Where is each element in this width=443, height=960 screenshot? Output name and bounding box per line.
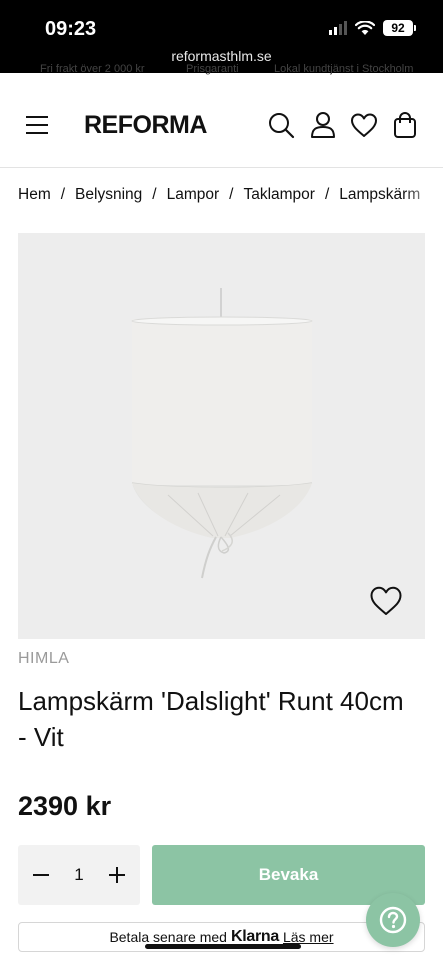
home-indicator [145,944,301,949]
product-price: 2390 kr [18,791,112,821]
breadcrumb: Hem / Belysning / Lampor / Taklampor / Lampskärm [18,186,443,204]
breadcrumb-separator: / [60,186,66,203]
account-icon[interactable] [308,110,338,140]
battery-icon: 92 [383,20,416,36]
klarna-text: Betala senare med [109,929,227,945]
status-icons: 92 [329,20,416,36]
promo-strip: Fri frakt över 2 000 kr Prisgaranti Loka… [0,62,443,76]
lamp-shade-illustration [131,288,313,579]
promo-item: Lokal kundtjänst i Stockholm [274,63,414,75]
klarna-read-more-link[interactable]: Läs mer [283,929,334,945]
breadcrumb-separator: / [152,186,157,203]
help-button[interactable] [366,893,420,947]
site-logo[interactable]: REFORMA [84,111,207,140]
breadcrumb-item[interactable]: Taklampor [243,186,315,203]
promo-item: Fri frakt över 2 000 kr [40,63,145,75]
wifi-icon [355,20,375,35]
menu-icon[interactable] [26,116,48,134]
site-header: REFORMA [0,76,443,168]
breadcrumb-item[interactable]: Hem [18,186,51,203]
breadcrumb-fade [403,180,443,210]
question-icon [379,906,407,934]
cart-icon[interactable] [390,110,420,140]
quantity-stepper: 1 [18,845,140,905]
product-brand[interactable]: HIMLA [18,650,69,668]
breadcrumb-item[interactable]: Belysning [75,186,142,203]
product-image[interactable] [18,233,425,639]
wishlist-heart-icon[interactable] [369,585,403,617]
signal-icon [329,21,347,35]
quantity-value[interactable]: 1 [74,865,83,885]
status-time: 09:23 [45,18,97,40]
breadcrumb-separator: / [229,186,234,203]
promo-item: Prisgaranti [186,63,239,75]
increase-quantity-button[interactable] [106,864,128,886]
heart-icon[interactable] [349,110,379,140]
breadcrumb-separator: / [324,186,330,203]
search-icon[interactable] [266,110,296,140]
decrease-quantity-button[interactable] [30,864,52,886]
product-title: Lampskärm 'Dalslight' Runt 40cm - Vit [18,686,404,752]
breadcrumb-item[interactable]: Lampor [167,186,220,203]
